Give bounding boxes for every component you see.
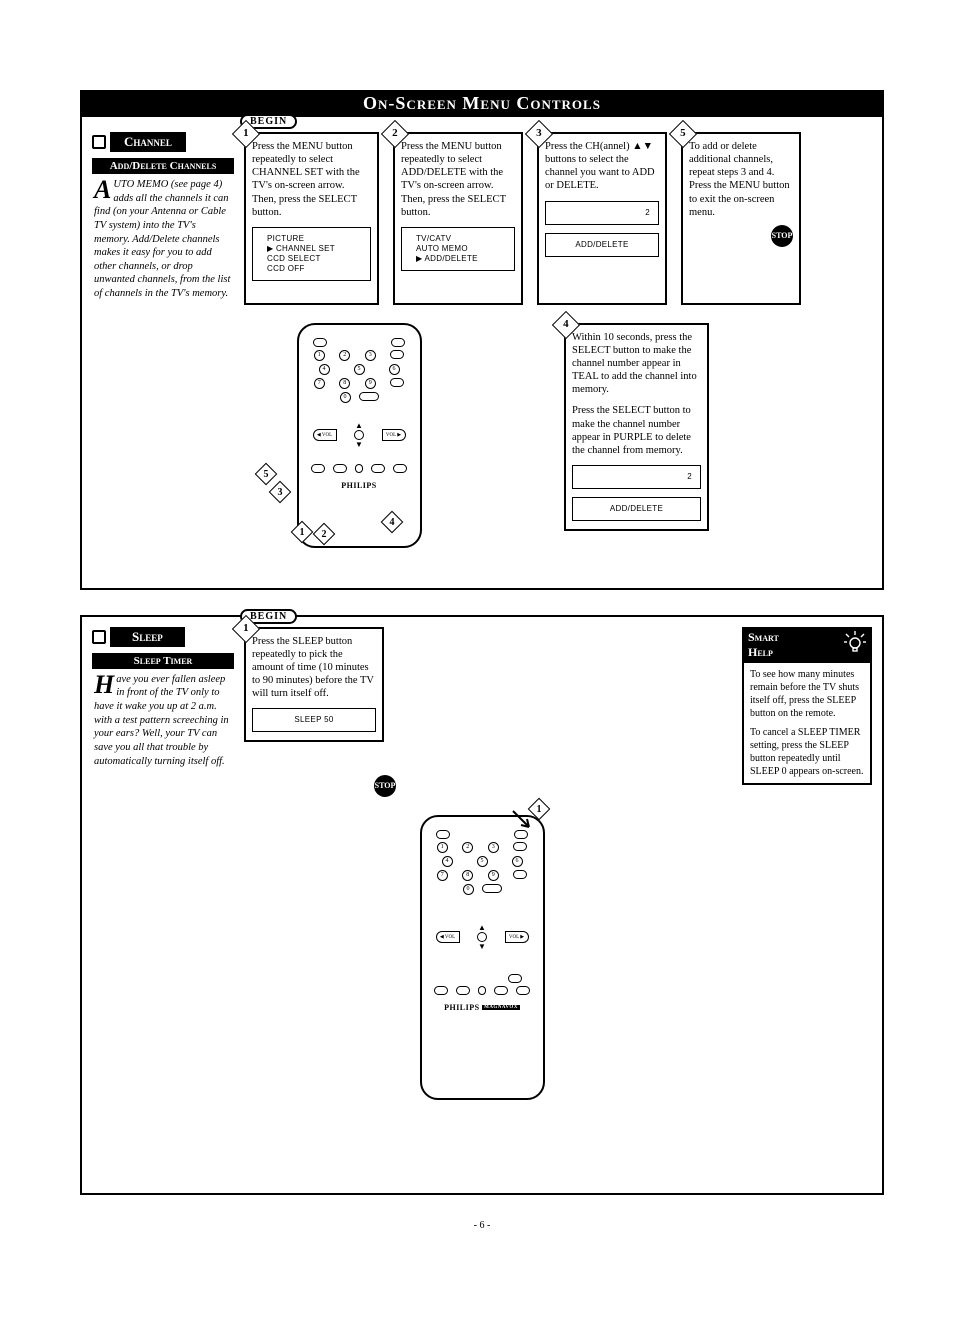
header-icon bbox=[92, 135, 106, 149]
sleep-step1-screen: SLEEP 50 bbox=[252, 708, 376, 732]
vol-down: ◀ VOL bbox=[436, 931, 460, 943]
step3-screen-b: ADD/DELETE bbox=[545, 233, 659, 257]
sleep-sidebar: Sleep Sleep Timer Have you ever fallen a… bbox=[92, 627, 234, 785]
sleep-step-1: 1 Press the SLEEP button repeatedly to p… bbox=[244, 627, 384, 743]
step1-screen: PICTURE ▶ CHANNEL SET CCD SELECT CCD OFF bbox=[252, 227, 371, 281]
sleep-intro: Have you ever fallen asleep in front of … bbox=[92, 669, 234, 772]
vol-up: VOL ▶ bbox=[382, 429, 406, 441]
step4-screen-a: 2 bbox=[572, 465, 701, 489]
smart-help: SmartHelp To see how many minutes remain… bbox=[742, 627, 872, 785]
channel-remote-wrap: 123 456 789 0 ◀ VOL ▲▼ VOL ▶ PHILIPS 1 2… bbox=[254, 323, 464, 548]
arrow-icon bbox=[509, 807, 539, 837]
step4-screen-b: ADD/DELETE bbox=[572, 497, 701, 521]
sleep-section: BEGIN Sleep Sleep Timer Have you ever fa… bbox=[80, 615, 884, 1195]
step-4: 4 Within 10 seconds, press the SELECT bu… bbox=[564, 323, 709, 531]
page-number: - 6 - bbox=[80, 1220, 884, 1231]
lightbulb-icon bbox=[842, 629, 868, 659]
step-5: 5 To add or delete additional channels, … bbox=[681, 132, 801, 305]
sleep-subhead: Sleep Timer bbox=[92, 653, 234, 669]
smart-help-p2: To cancel a SLEEP TIMER setting, press t… bbox=[750, 726, 864, 778]
sleep-remote: 123 456 789 0 ◀ VOL ▲▼ VOL ▶ PHILIPS MAG… bbox=[420, 815, 545, 1100]
remote-control: 123 456 789 0 ◀ VOL ▲▼ VOL ▶ PHILIPS bbox=[297, 323, 422, 548]
stop-badge-sleep: STOP bbox=[374, 775, 396, 797]
channel-subhead: Add/Delete Channels bbox=[92, 158, 234, 174]
smart-help-p1: To see how many minutes remain before th… bbox=[750, 668, 864, 720]
step-2: 2 Press the MENU button repeatedly to se… bbox=[393, 132, 523, 305]
step-3: 3 Press the CH(annel) ▲▼ buttons to sele… bbox=[537, 132, 667, 305]
stop-badge: STOP bbox=[771, 225, 793, 247]
smart-help-header: SmartHelp bbox=[742, 627, 872, 663]
page-title: On-Screen Menu Controls bbox=[80, 90, 884, 117]
vol-down: ◀ VOL bbox=[313, 429, 337, 441]
channel-intro: AUTO MEMO (see page 4) adds all the chan… bbox=[92, 174, 234, 305]
vol-up: VOL ▶ bbox=[505, 931, 529, 943]
channel-sidebar: Channel Add/Delete Channels AUTO MEMO (s… bbox=[92, 132, 234, 305]
header-icon bbox=[92, 630, 106, 644]
step3-screen-a: 2 bbox=[545, 201, 659, 225]
step2-screen: TV/CATV AUTO MEMO ▶ ADD/DELETE bbox=[401, 227, 515, 271]
channel-section: On-Screen Menu Controls BEGIN Channel Ad… bbox=[80, 90, 884, 590]
step-1: 1 Press the MENU button repeatedly to se… bbox=[244, 132, 379, 305]
channel-steps: 1 Press the MENU button repeatedly to se… bbox=[244, 132, 872, 305]
channel-header: Channel bbox=[110, 132, 186, 152]
sleep-header: Sleep bbox=[110, 627, 185, 647]
